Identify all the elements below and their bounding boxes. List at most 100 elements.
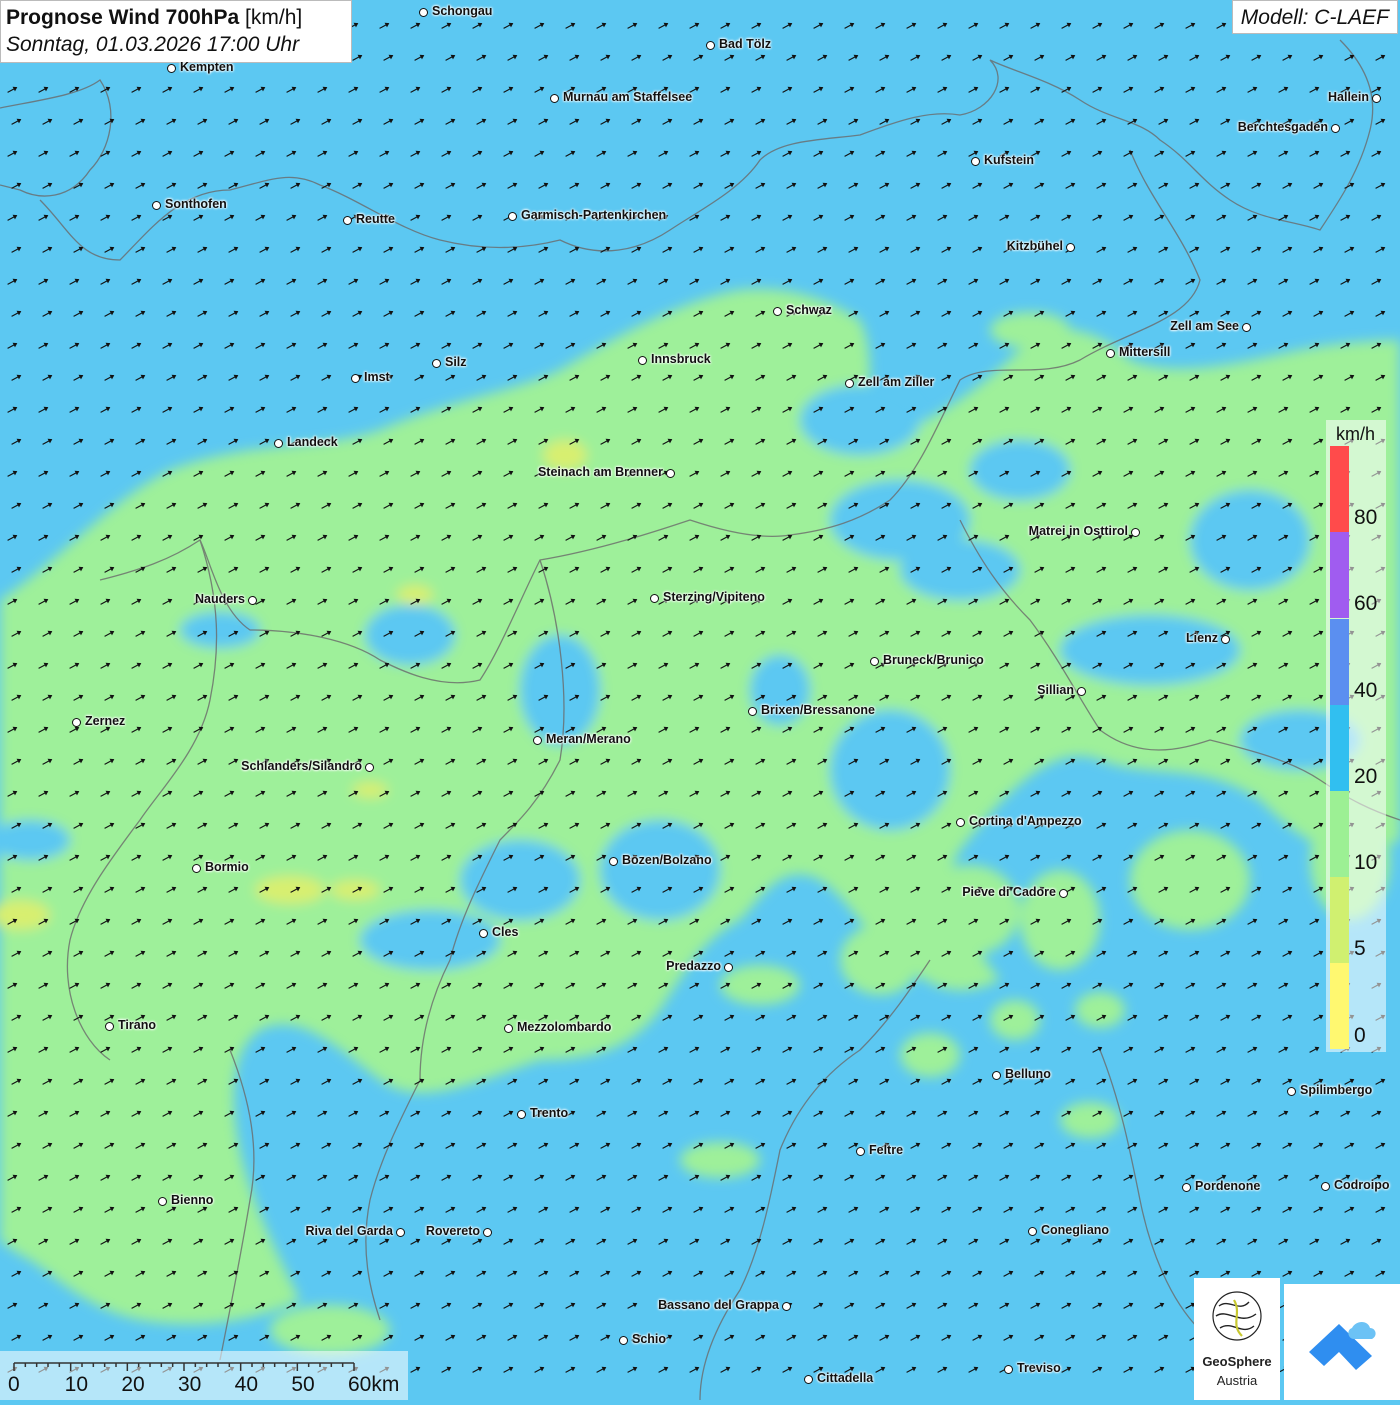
city-marker — [1331, 124, 1340, 133]
city-label: Cortina d'Ampezzo — [969, 814, 1082, 828]
city-label: Hallein — [1328, 90, 1369, 104]
city-label: Bruneck/Brunico — [883, 653, 984, 667]
city-marker — [956, 818, 965, 827]
scale-label: 40 — [234, 1373, 259, 1396]
city-marker — [619, 1336, 628, 1345]
color-legend: km/h 80 60 40 20 10 5 0 — [1326, 420, 1386, 1052]
city-marker — [396, 1228, 405, 1237]
city-marker — [1372, 94, 1381, 103]
city-label: Zernez — [85, 714, 126, 728]
city-marker — [666, 469, 675, 478]
legend-color-segment — [1330, 705, 1349, 791]
city-label: Spilimbergo — [1300, 1083, 1373, 1097]
city-label: Lienz — [1186, 631, 1218, 645]
city-label: Zell am See — [1170, 319, 1239, 333]
city-marker — [533, 736, 542, 745]
legend-tick-label: 5 — [1354, 937, 1366, 960]
scale-label: 20 — [121, 1373, 145, 1396]
city-label: Kufstein — [984, 153, 1034, 167]
city-marker — [1077, 687, 1086, 696]
city-marker — [1066, 243, 1075, 252]
scale-label: 60km — [348, 1373, 400, 1396]
city-label: Imst — [364, 370, 390, 384]
legend-unit: km/h — [1336, 424, 1376, 444]
city-marker — [1131, 528, 1140, 537]
city-marker — [274, 439, 283, 448]
city-marker — [1106, 349, 1115, 358]
model-label: Modell: C-LAEF — [1231, 0, 1398, 34]
city-label: Pieve di Cadore — [962, 885, 1056, 899]
city-marker — [419, 8, 428, 17]
city-marker — [1242, 323, 1251, 332]
city-label: Steinach am Brenner — [537, 465, 663, 479]
city-label: Belluno — [1005, 1067, 1051, 1081]
city-label: Cles — [492, 925, 519, 939]
city-marker — [343, 216, 352, 225]
city-label: Pordenone — [1195, 1179, 1261, 1193]
city-marker — [638, 356, 647, 365]
city-label: Innsbruck — [651, 352, 711, 366]
city-label: Sonthofen — [165, 197, 227, 211]
city-marker — [365, 763, 374, 772]
app-logo — [1284, 1284, 1400, 1400]
city-label: Bozen/Bolzano — [622, 853, 712, 867]
city-label: Trento — [530, 1106, 569, 1120]
city-label: Kitzbühel — [1006, 239, 1063, 253]
city-marker — [508, 212, 517, 221]
city-marker — [992, 1071, 1001, 1080]
legend-color-segment — [1330, 963, 1349, 1049]
city-label: Reutte — [356, 212, 395, 226]
city-marker — [782, 1302, 791, 1311]
map-subtitle: Sonntag, 01.03.2026 17:00 Uhr — [6, 33, 300, 56]
legend-color-segment — [1330, 532, 1349, 618]
city-marker — [1321, 1182, 1330, 1191]
city-marker — [248, 596, 257, 605]
city-label: Meran/Merano — [546, 732, 631, 746]
map-title-main: Prognose Wind 700hPa — [6, 6, 240, 29]
legend-tick-label: 0 — [1354, 1024, 1366, 1047]
city-marker — [748, 707, 757, 716]
app-logo-icon — [1309, 1322, 1376, 1370]
city-label: Silz — [445, 355, 467, 369]
city-marker — [1182, 1183, 1191, 1192]
city-marker — [1004, 1365, 1013, 1374]
map-title-unit: [km/h] — [245, 6, 303, 29]
city-marker — [517, 1110, 526, 1119]
city-marker — [550, 94, 559, 103]
city-marker — [105, 1022, 114, 1031]
city-label: Riva del Garda — [305, 1224, 393, 1238]
legend-tick-label: 80 — [1354, 506, 1378, 529]
city-marker — [706, 41, 715, 50]
city-label: Cittadella — [817, 1371, 874, 1385]
city-marker — [158, 1197, 167, 1206]
city-label: Zell am Ziller — [858, 375, 935, 389]
city-label: Schio — [632, 1332, 667, 1346]
city-label: Murnau am Staffelsee — [563, 90, 693, 104]
city-marker — [845, 379, 854, 388]
legend-color-segment — [1330, 877, 1349, 963]
city-marker — [1287, 1087, 1296, 1096]
city-marker — [724, 963, 733, 972]
city-label: Predazzo — [666, 959, 721, 973]
geosphere-logo-subtext: Austria — [1216, 1373, 1258, 1388]
city-label: Bienno — [171, 1193, 214, 1207]
city-label: Bad Tölz — [719, 37, 772, 51]
city-marker — [351, 374, 360, 383]
scale-label: 50 — [291, 1373, 315, 1396]
city-marker — [483, 1228, 492, 1237]
city-marker — [650, 594, 659, 603]
city-marker — [1028, 1227, 1037, 1236]
scale-bar-line — [13, 1362, 355, 1371]
city-label: Schlanders/Silandro — [241, 759, 362, 773]
city-label: Rovereto — [425, 1224, 480, 1238]
scale-label: 0 — [8, 1373, 20, 1396]
scale-label: 30 — [178, 1373, 202, 1396]
city-marker — [1221, 635, 1230, 644]
legend-tick-label: 40 — [1354, 679, 1378, 702]
city-label: Matrei in Osttirol — [1028, 524, 1128, 538]
geosphere-logo: GeoSphere Austria — [1194, 1278, 1280, 1400]
city-label: Sillian — [1037, 683, 1074, 697]
city-marker — [192, 864, 201, 873]
legend-color-segment — [1330, 446, 1349, 532]
map-title: Prognose Wind 700hPa [km/h] — [6, 4, 346, 31]
